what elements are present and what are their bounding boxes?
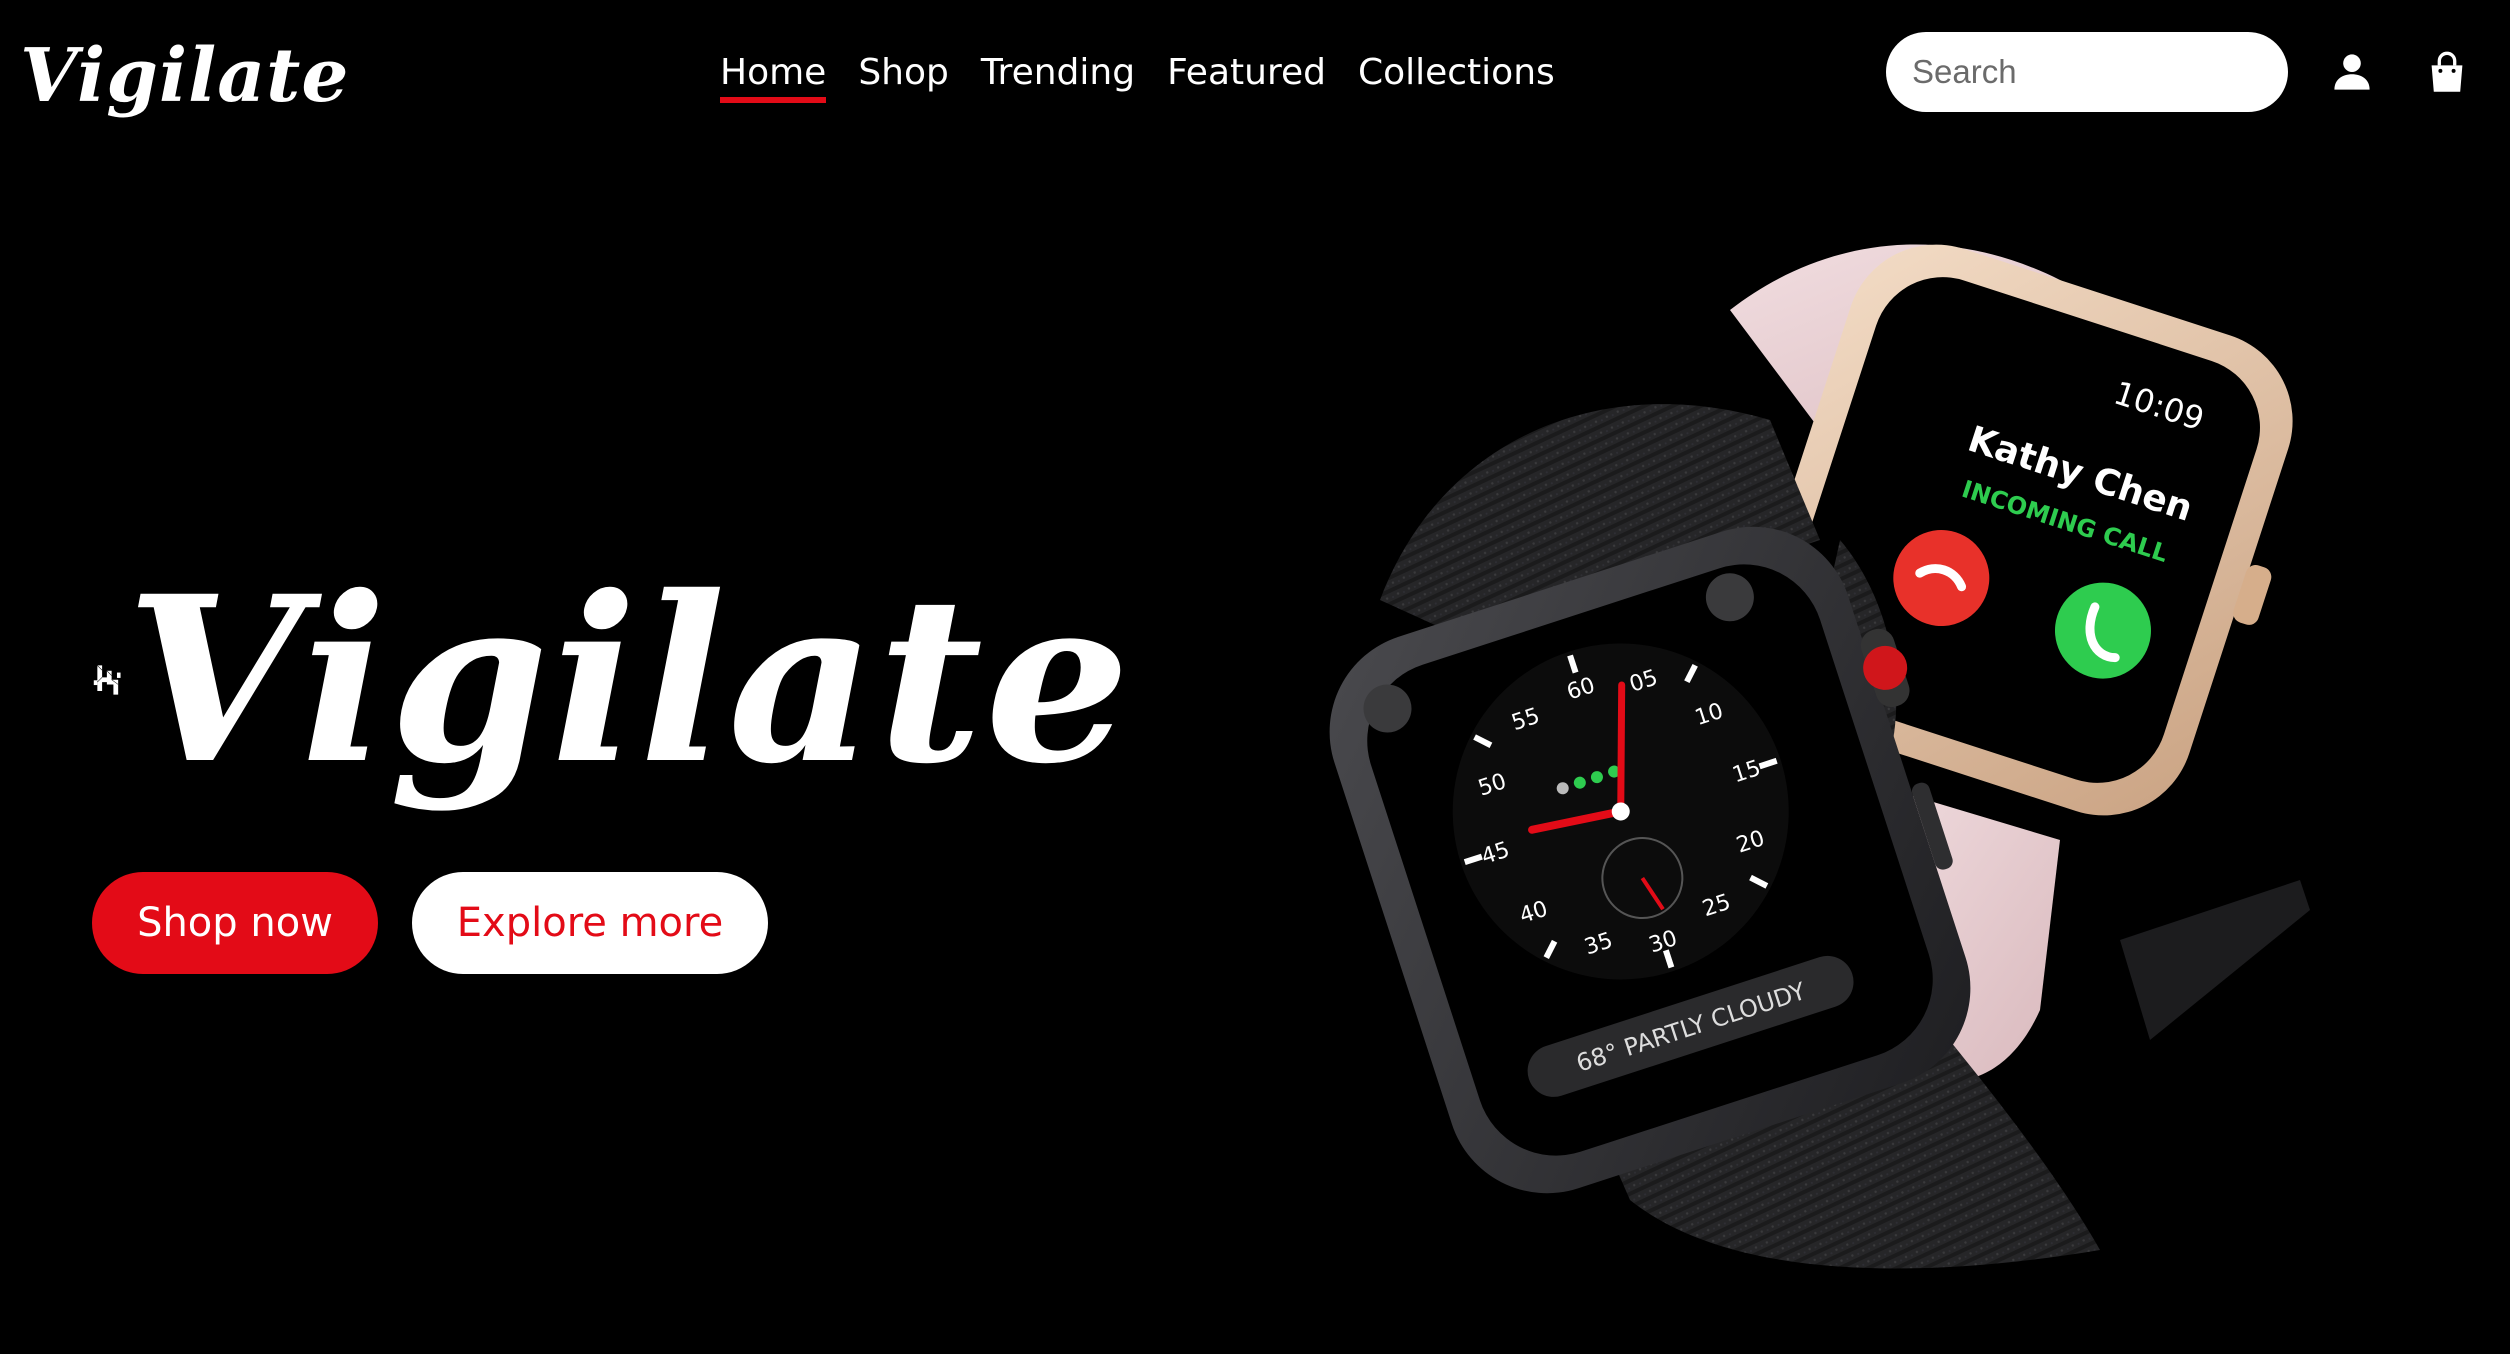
shopping-bag-icon[interactable]	[2425, 50, 2469, 94]
hero-logo: Vigilate	[92, 530, 1132, 830]
search-box	[1886, 32, 2288, 112]
header-brand-name: Vigilate	[20, 33, 350, 119]
page: Vigilate Home Shop Trending Featured Col…	[0, 0, 2510, 1354]
main-nav: Home Shop Trending Featured Collections	[720, 40, 1587, 104]
nav-item-featured[interactable]: Featured	[1167, 52, 1326, 93]
hh-monogram-large-icon	[93, 665, 121, 695]
nav-item-shop[interactable]: Shop	[858, 52, 949, 93]
user-icon[interactable]	[2330, 50, 2374, 94]
watch-product-image: 10:09 Kathy Chen INCOMING CALL 05 10 15 …	[1329, 244, 2310, 1269]
nav-item-trending[interactable]: Trending	[981, 52, 1135, 93]
nav-item-collections[interactable]: Collections	[1358, 52, 1555, 93]
explore-more-button[interactable]: Explore more	[412, 872, 768, 974]
header-logo[interactable]: Vigilate	[14, 26, 348, 126]
nav-item-home[interactable]: Home	[720, 52, 827, 103]
shop-now-button[interactable]: Shop now	[92, 872, 378, 974]
hero-title: Vigilate	[125, 546, 1132, 814]
search-input[interactable]	[1910, 52, 2254, 92]
